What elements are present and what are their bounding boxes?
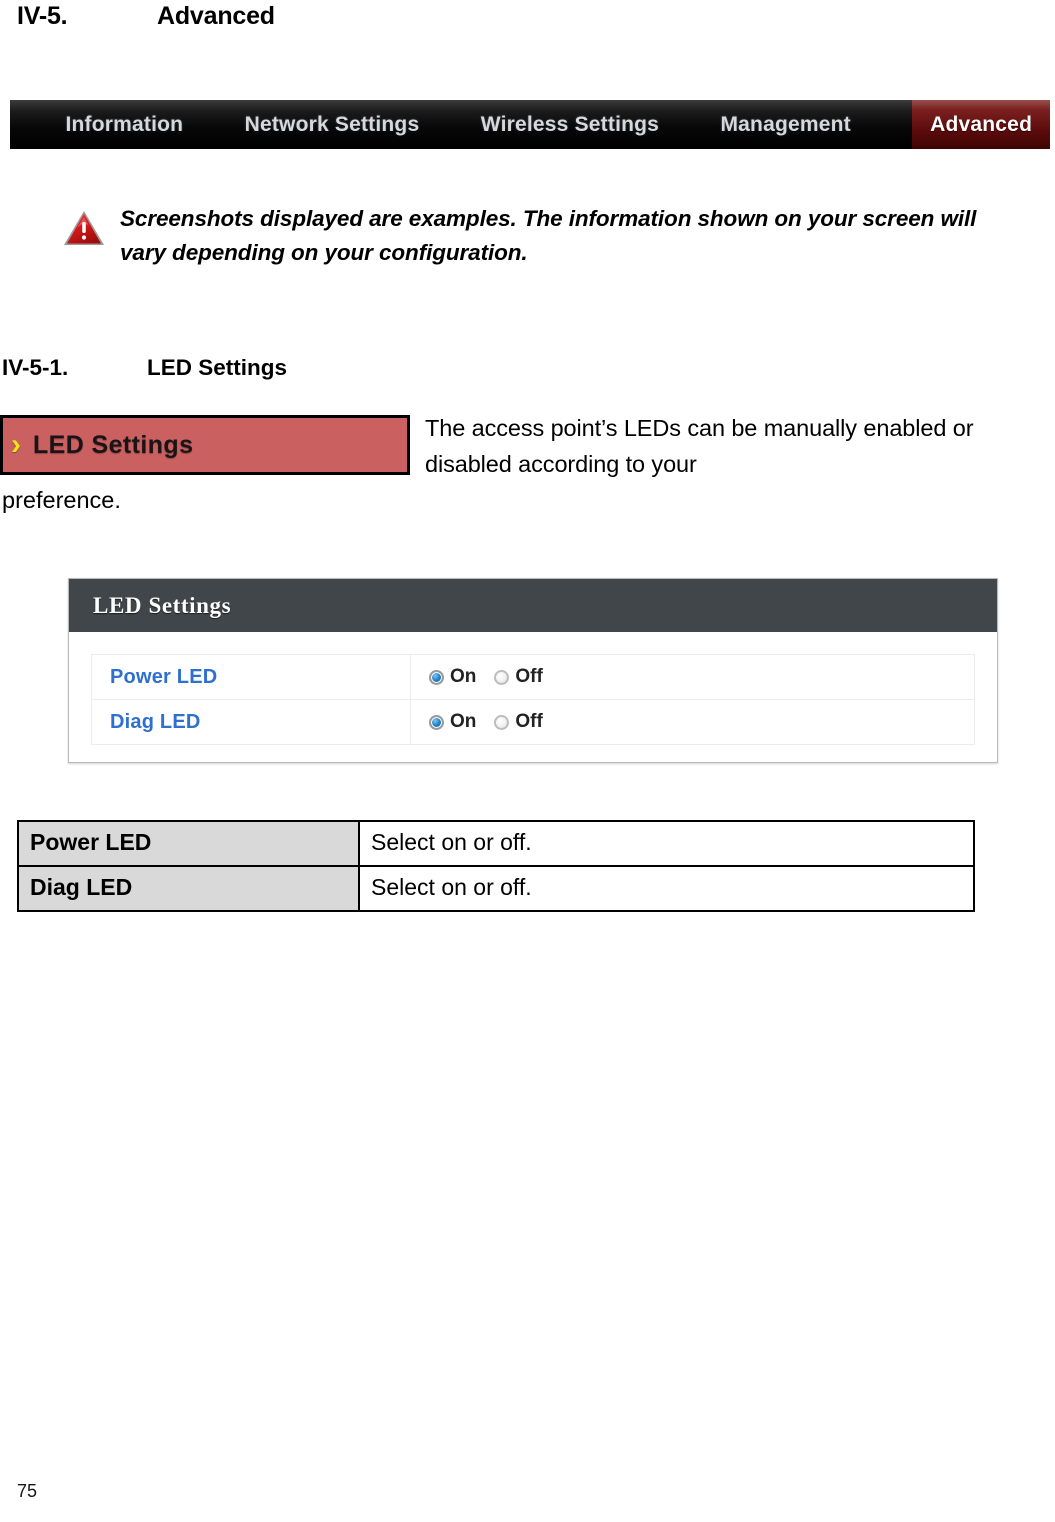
- page-title: IV-5. Advanced: [17, 2, 275, 31]
- desc-term-diag-led: Diag LED: [17, 865, 360, 912]
- nav-gap-4: [851, 100, 912, 149]
- led-description-line1: The access point’s LEDs can be manually: [425, 415, 857, 441]
- power-led-option-off-label: Off: [515, 666, 543, 687]
- nav-item-wireless-settings[interactable]: Wireless Settings: [481, 100, 659, 149]
- row-label-power-led: Power LED: [91, 654, 411, 700]
- table-row: Power LED Select on or off.: [17, 820, 975, 867]
- nav-gap-1: [183, 100, 244, 149]
- power-led-option-on[interactable]: On: [429, 666, 476, 688]
- led-settings-menu-chip[interactable]: › LED Settings: [0, 415, 410, 475]
- row-control-diag-led: On Off: [410, 699, 975, 745]
- desc-term-power-led: Power LED: [17, 820, 360, 867]
- subsection-label: LED Settings: [147, 355, 288, 380]
- nav-item-network-settings[interactable]: Network Settings: [245, 100, 420, 149]
- led-settings-panel: LED Settings Power LED On Off Diag LED O…: [68, 578, 998, 763]
- row-control-power-led: On Off: [410, 654, 975, 700]
- led-settings-menu-label: LED Settings: [33, 430, 194, 459]
- table-row: Power LED On Off: [91, 654, 975, 700]
- section-number: IV-5.: [17, 2, 68, 30]
- radio-selected-icon[interactable]: [429, 669, 444, 685]
- power-led-option-off[interactable]: Off: [494, 666, 543, 688]
- warning-triangle-icon: [62, 208, 106, 248]
- panel-header: LED Settings: [69, 579, 997, 632]
- chevron-right-icon: ›: [11, 428, 21, 461]
- radio-unselected-icon[interactable]: [494, 714, 510, 730]
- section-title: Advanced: [157, 2, 275, 30]
- nav-item-advanced[interactable]: Advanced: [912, 100, 1050, 149]
- nav-gap-2: [419, 100, 480, 149]
- diag-led-option-off[interactable]: Off: [494, 711, 543, 733]
- power-led-option-on-label: On: [450, 666, 477, 687]
- led-description-table: Power LED Select on or off. Diag LED Sel…: [17, 820, 975, 912]
- power-led-radio-group[interactable]: On Off: [429, 666, 974, 688]
- diag-led-option-on-label: On: [450, 711, 477, 732]
- led-description-line3: preference.: [2, 487, 121, 513]
- main-navigation-bar: Information Network Settings Wireless Se…: [10, 100, 1050, 149]
- diag-led-radio-group[interactable]: On Off: [429, 711, 974, 733]
- led-settings-table: Power LED On Off Diag LED On Off: [91, 654, 975, 745]
- diag-led-option-off-label: Off: [515, 711, 543, 732]
- page-number: 75: [17, 1481, 38, 1501]
- led-description-text: The access point’s LEDs can be manually …: [425, 410, 1005, 482]
- panel-body: Power LED On Off Diag LED On Off: [69, 632, 997, 765]
- row-label-diag-led: Diag LED: [91, 699, 411, 745]
- nav-gap-3: [659, 100, 720, 149]
- nav-item-management[interactable]: Management: [720, 100, 850, 149]
- nav-items: Information Network Settings Wireless Se…: [10, 100, 1050, 149]
- desc-definition-diag-led: Select on or off.: [358, 865, 975, 912]
- nav-item-information[interactable]: Information: [65, 100, 183, 149]
- radio-selected-icon[interactable]: [429, 714, 444, 730]
- table-row: Diag LED On Off: [91, 699, 975, 745]
- radio-unselected-icon[interactable]: [494, 669, 510, 685]
- desc-definition-power-led: Select on or off.: [358, 820, 975, 867]
- subsection-number: IV-5-1.: [2, 355, 69, 380]
- diag-led-option-on[interactable]: On: [429, 711, 476, 733]
- nav-left-spacer: [10, 100, 65, 149]
- table-row: Diag LED Select on or off.: [17, 865, 975, 912]
- panel-header-title: LED Settings: [93, 592, 232, 618]
- warning-note-text: Screenshots displayed are examples. The …: [120, 206, 977, 265]
- subsection-title: IV-5-1. LED Settings: [2, 355, 287, 381]
